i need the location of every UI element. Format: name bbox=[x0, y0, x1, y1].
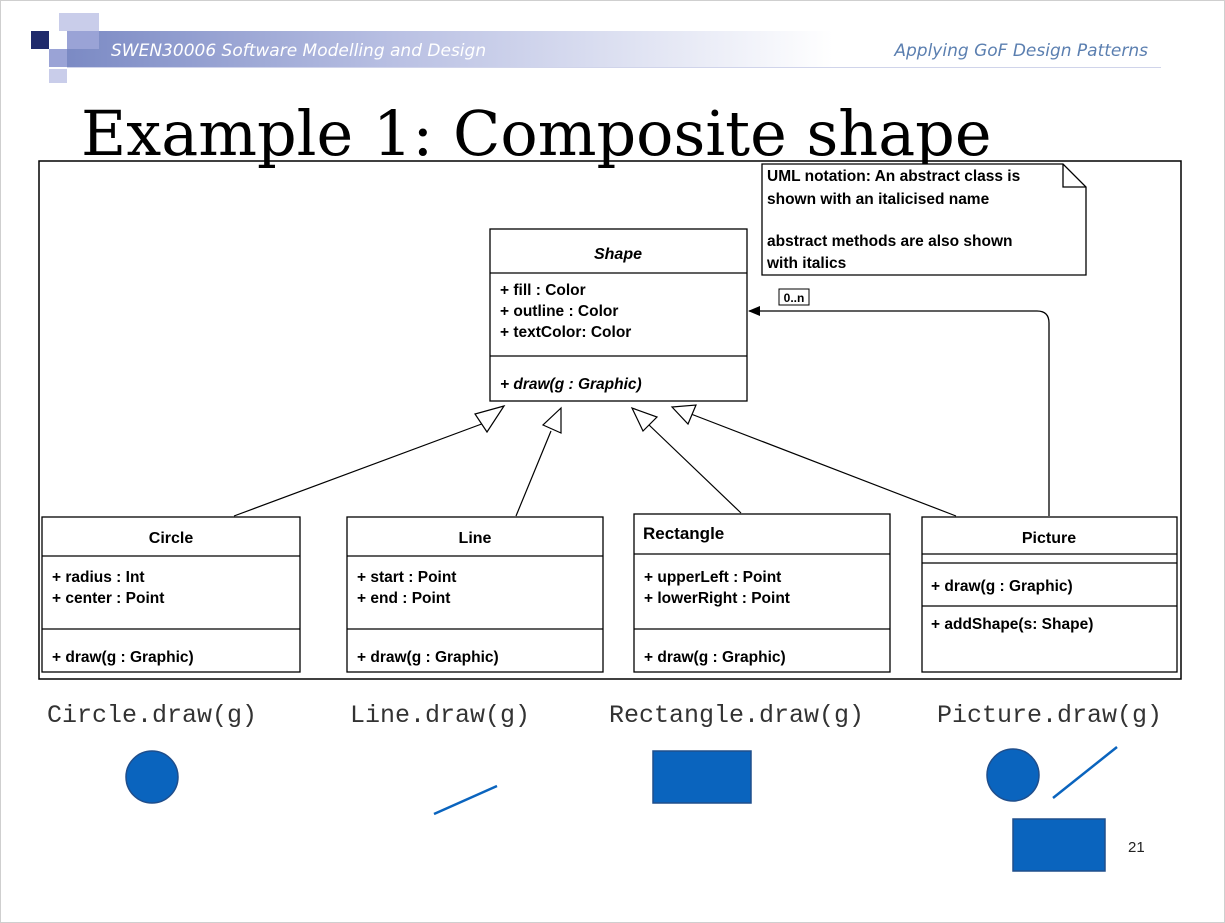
association-picture-shape bbox=[748, 306, 1050, 516]
example-label-line: Line.draw(g) bbox=[350, 701, 531, 730]
picture-example-rectangle bbox=[1012, 818, 1106, 872]
example-label-rectangle: Rectangle.draw(g) bbox=[609, 701, 865, 730]
note-line-2: shown with an italicised name bbox=[767, 191, 990, 208]
note-line-4: abstract methods are also shown bbox=[767, 233, 1013, 250]
example-label-circle: Circle.draw(g) bbox=[47, 701, 258, 730]
line-example-shape bbox=[433, 784, 498, 816]
picture-example-line bbox=[1052, 746, 1118, 799]
uml-note: UML notation: An abstract class is shown… bbox=[761, 163, 1087, 276]
shape-attr-textcolor: + textColor: Color bbox=[500, 324, 631, 341]
rectangle-example-shape bbox=[652, 750, 752, 804]
line-attr-start: + start : Point bbox=[357, 569, 456, 586]
rectangle-attr-lowerright: + lowerRight : Point bbox=[644, 590, 790, 607]
line-method-draw: + draw(g : Graphic) bbox=[357, 649, 499, 666]
circle-example-shape bbox=[125, 750, 179, 804]
class-line: Line + start : Point + end : Point + dra… bbox=[346, 516, 604, 673]
class-line-name: Line bbox=[459, 530, 492, 547]
slide: SWEN30006 Software Modelling and Design … bbox=[0, 0, 1225, 923]
class-rectangle-name: Rectangle bbox=[643, 524, 724, 543]
page-number: 21 bbox=[1128, 839, 1145, 856]
class-circle-name: Circle bbox=[149, 530, 194, 547]
picture-example-circle bbox=[986, 748, 1040, 802]
class-circle: Circle + radius : Int + center : Point +… bbox=[41, 516, 301, 673]
circle-attr-center: + center : Point bbox=[52, 590, 164, 607]
line-attr-end: + end : Point bbox=[357, 590, 450, 607]
multiplicity-label: 0..n bbox=[778, 288, 810, 306]
shape-method-draw: + draw(g : Graphic) bbox=[500, 376, 642, 393]
generalization-arrows bbox=[233, 404, 957, 517]
picture-method-draw: + draw(g : Graphic) bbox=[931, 578, 1073, 595]
rectangle-method-draw: + draw(g : Graphic) bbox=[644, 649, 786, 666]
svg-text:0..n: 0..n bbox=[784, 291, 805, 305]
note-line-5: with italics bbox=[766, 255, 846, 272]
uml-diagram-overlay: UML notation: An abstract class is shown… bbox=[41, 163, 1178, 872]
picture-method-addshape: + addShape(s: Shape) bbox=[931, 616, 1093, 633]
example-label-picture: Picture.draw(g) bbox=[937, 701, 1163, 730]
class-picture: Picture + draw(g : Graphic) + addShape(s… bbox=[921, 516, 1178, 673]
shape-attr-fill: + fill : Color bbox=[500, 282, 586, 299]
circle-method-draw: + draw(g : Graphic) bbox=[52, 649, 194, 666]
class-shape: Shape + fill : Color + outline : Color +… bbox=[489, 228, 748, 402]
circle-attr-radius: + radius : Int bbox=[52, 569, 145, 586]
class-shape-name: Shape bbox=[594, 246, 642, 263]
class-picture-name: Picture bbox=[1022, 530, 1076, 547]
shape-attr-outline: + outline : Color bbox=[500, 303, 618, 320]
class-rectangle: Rectangle + upperLeft : Point + lowerRig… bbox=[633, 513, 891, 673]
rectangle-attr-upperleft: + upperLeft : Point bbox=[644, 569, 781, 586]
note-line-1: UML notation: An abstract class is bbox=[767, 168, 1020, 185]
